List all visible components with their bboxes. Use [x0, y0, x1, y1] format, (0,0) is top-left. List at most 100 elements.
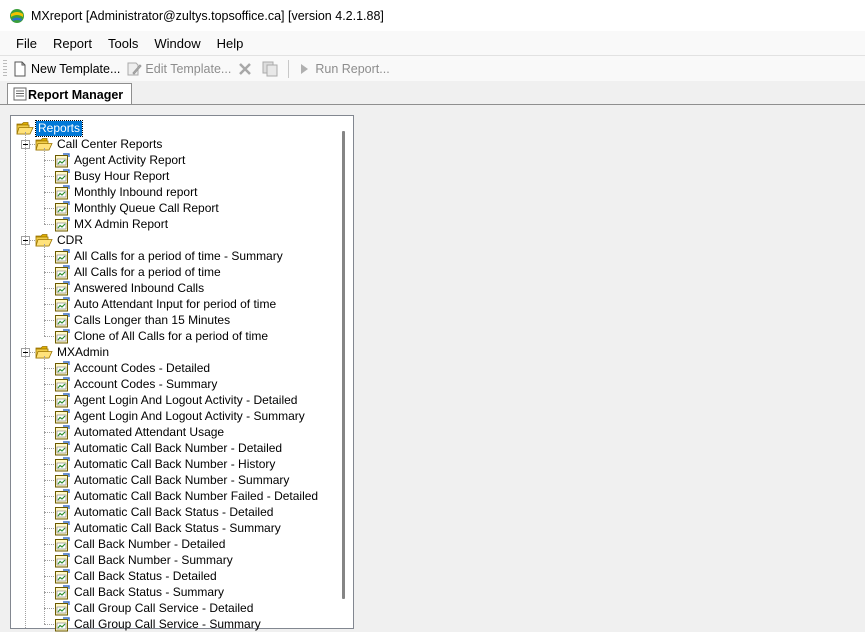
- tree-report-item[interactable]: Agent Login And Logout Activity - Detail…: [54, 392, 299, 408]
- toolbar-separator: [288, 59, 290, 78]
- tree-report-item[interactable]: Automatic Call Back Status - Detailed: [54, 504, 275, 520]
- tree-connector: [44, 496, 54, 497]
- tree-connector: [44, 176, 54, 177]
- report-file-icon: [55, 152, 70, 167]
- tree-item-label: Calls Longer than 15 Minutes: [74, 312, 231, 327]
- tree-report-item[interactable]: Automatic Call Back Number - Summary: [54, 472, 291, 488]
- tree-connector: [44, 192, 54, 193]
- tree-report-item[interactable]: Clone of All Calls for a period of time: [54, 328, 270, 344]
- tree-connector: [44, 592, 54, 593]
- tree-report-item[interactable]: All Calls for a period of time: [54, 264, 223, 280]
- tree-connector: [44, 244, 45, 336]
- tree-group[interactable]: CDR: [35, 232, 85, 248]
- tree-report-item[interactable]: Calls Longer than 15 Minutes: [54, 312, 232, 328]
- tree-connector: [44, 208, 54, 209]
- delete-button[interactable]: [234, 58, 259, 80]
- tree-report-item[interactable]: Monthly Queue Call Report: [54, 200, 221, 216]
- tree-connector: [44, 560, 54, 561]
- report-file-icon: [55, 616, 70, 631]
- report-file-icon: [55, 504, 70, 519]
- tree-report-item[interactable]: Automatic Call Back Number - History: [54, 456, 277, 472]
- tree-report-item[interactable]: MX Admin Report: [54, 216, 170, 232]
- tree-item-label: All Calls for a period of time - Summary: [74, 248, 283, 263]
- tree-item-label: MX Admin Report: [74, 216, 169, 231]
- tree-item-label: Clone of All Calls for a period of time: [74, 328, 269, 343]
- report-file-icon: [55, 360, 70, 375]
- tree-connector: [44, 480, 54, 481]
- tree-report-item[interactable]: Call Group Call Service - Summary: [54, 616, 263, 632]
- report-file-icon: [55, 456, 70, 471]
- tree-connector: [44, 544, 54, 545]
- tree-report-item[interactable]: Answered Inbound Calls: [54, 280, 206, 296]
- report-file-icon: [55, 584, 70, 599]
- tree-connector: [44, 304, 54, 305]
- copy-button[interactable]: [259, 58, 284, 80]
- menu-help[interactable]: Help: [210, 36, 253, 51]
- menu-tools[interactable]: Tools: [101, 36, 147, 51]
- tree-report-item[interactable]: Busy Hour Report: [54, 168, 171, 184]
- tree-connector: [44, 356, 45, 624]
- tree-item-label: Call Back Status - Detailed: [74, 568, 217, 583]
- report-file-icon: [55, 216, 70, 231]
- tree-connector: [44, 512, 54, 513]
- tree-report-item[interactable]: Monthly Inbound report: [54, 184, 199, 200]
- edit-template-button[interactable]: Edit Template...: [123, 58, 234, 80]
- tab-report-manager[interactable]: Report Manager: [7, 83, 133, 106]
- tree-connector: [44, 336, 54, 337]
- report-tree-panel[interactable]: Reports Call Center Reports Agent Activity…: [10, 115, 354, 632]
- toolbar-grip[interactable]: [3, 59, 7, 78]
- tree-scrollbar[interactable]: [342, 131, 345, 599]
- tree-group[interactable]: MXAdmin: [35, 344, 111, 360]
- tree-item-label: MXAdmin: [57, 344, 110, 359]
- tree-item-label: Call Back Number - Detailed: [74, 536, 226, 551]
- tree-report-item[interactable]: Call Back Number - Detailed: [54, 536, 227, 552]
- tree-report-item[interactable]: Auto Attendant Input for period of time: [54, 296, 278, 312]
- tree-report-item[interactable]: Call Back Status - Summary: [54, 584, 226, 600]
- new-template-label: New Template...: [31, 61, 121, 76]
- tree-item-label: Agent Login And Logout Activity - Summar…: [74, 408, 305, 423]
- tree-connector: [44, 464, 54, 465]
- tree-item-label: Automatic Call Back Number - History: [74, 456, 276, 471]
- tree-item-label: Monthly Inbound report: [74, 184, 198, 199]
- tree-item-label: Call Back Number - Summary: [74, 552, 233, 567]
- tree-item-label: Agent Activity Report: [74, 152, 186, 167]
- report-file-icon: [55, 440, 70, 455]
- edit-template-label: Edit Template...: [145, 61, 232, 76]
- tree-report-item[interactable]: Call Back Status - Detailed: [54, 568, 219, 584]
- tree-connector: [44, 448, 54, 449]
- menu-window[interactable]: Window: [147, 36, 209, 51]
- tree-report-item[interactable]: Account Codes - Summary: [54, 376, 219, 392]
- tree-report-item[interactable]: Automatic Call Back Number Failed - Deta…: [54, 488, 320, 504]
- report-file-icon: [55, 600, 70, 615]
- new-template-button[interactable]: New Template...: [9, 58, 123, 80]
- tree-connector: [25, 132, 26, 628]
- run-report-button[interactable]: Run Report...: [293, 58, 392, 80]
- tree-report-item[interactable]: Automatic Call Back Number - Detailed: [54, 440, 284, 456]
- tree-report-item[interactable]: Automated Attendant Usage: [54, 424, 226, 440]
- tree-item-label: Reports: [34, 119, 84, 137]
- menu-file[interactable]: File: [0, 36, 46, 51]
- tree-connector: [44, 528, 54, 529]
- tree-report-item[interactable]: Agent Login And Logout Activity - Summar…: [54, 408, 307, 424]
- menu-report[interactable]: Report: [46, 36, 101, 51]
- tree-group[interactable]: Call Center Reports: [35, 136, 164, 152]
- report-file-icon: [55, 552, 70, 567]
- window-title: MXreport [Administrator@zultys.topsoffic…: [31, 8, 384, 23]
- tree-report-item[interactable]: Automatic Call Back Status - Summary: [54, 520, 283, 536]
- tree-connector: [44, 576, 54, 577]
- tree-report-item[interactable]: Call Back Number - Summary: [54, 552, 235, 568]
- tree-connector: [44, 368, 54, 369]
- tree-connector: [44, 148, 45, 224]
- tree-report-item[interactable]: All Calls for a period of time - Summary: [54, 248, 285, 264]
- tree-item-label: Automatic Call Back Status - Summary: [74, 520, 281, 535]
- report-file-icon: [55, 312, 70, 327]
- tree-report-item[interactable]: Account Codes - Detailed: [54, 360, 212, 376]
- tree-item-label: CDR: [57, 232, 83, 247]
- tree-item-label: Call Group Call Service - Detailed: [74, 600, 254, 615]
- report-file-icon: [55, 408, 70, 423]
- tree-connector: [44, 400, 54, 401]
- report-file-icon: [55, 376, 70, 391]
- tree-report-item[interactable]: Agent Activity Report: [54, 152, 187, 168]
- tree-report-item[interactable]: Call Group Call Service - Detailed: [54, 600, 255, 616]
- tree-item-label: Answered Inbound Calls: [74, 280, 205, 295]
